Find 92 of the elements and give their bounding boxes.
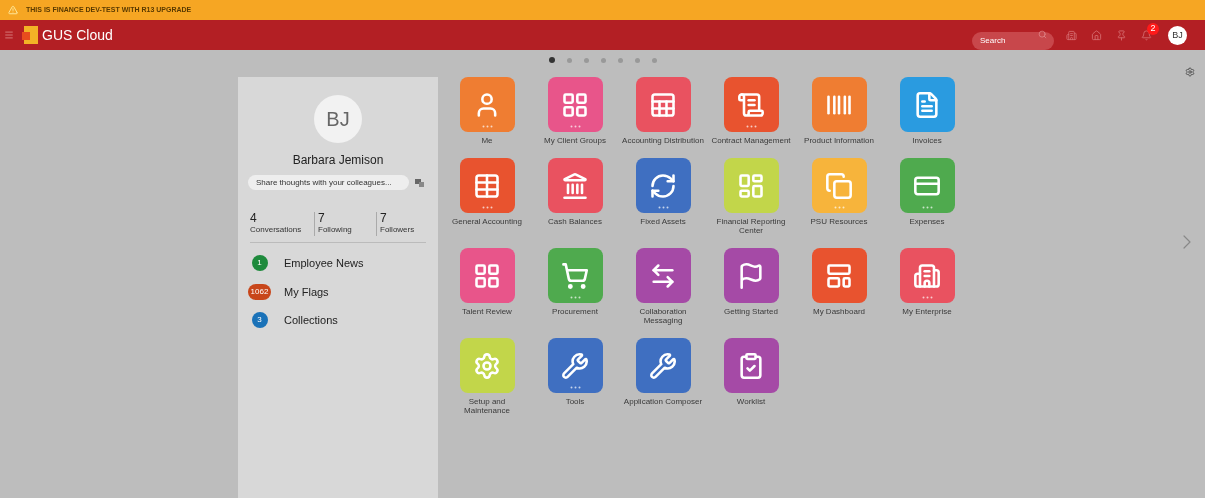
warning-icon (8, 5, 18, 15)
tile-label: Fixed Assets (639, 217, 687, 226)
app-tile[interactable] (459, 248, 515, 303)
app-tile[interactable] (723, 248, 779, 303)
stat-count: 7 (318, 212, 326, 224)
tile-label: My Client Groups (543, 136, 607, 145)
profile-name: Barbara Jemison (292, 152, 384, 169)
grid-icon (473, 261, 501, 290)
tile-label: Tools (564, 397, 586, 406)
stat-count: 4 (250, 212, 258, 224)
count-badge: 3 (251, 312, 268, 329)
table-icon (473, 171, 501, 200)
building-icon (913, 261, 941, 290)
app-tile[interactable] (547, 338, 603, 393)
count-badge: 1062 (247, 283, 272, 300)
pin-icon[interactable] (1116, 29, 1127, 41)
app-tile[interactable] (811, 77, 867, 132)
tile-label: My Enterprise (901, 307, 953, 316)
app-tile[interactable] (547, 248, 603, 303)
tile-label: Financial Reporting Center (715, 217, 787, 235)
app-title: GUS Cloud (42, 25, 113, 45)
tile-label: Contract Management (710, 136, 792, 145)
flag-icon (737, 261, 765, 290)
app-tile[interactable] (723, 158, 779, 213)
search-icon[interactable] (1038, 30, 1047, 39)
cart-icon (561, 261, 589, 290)
tile-label: My Dashboard (812, 307, 866, 316)
app-tile[interactable] (899, 77, 955, 132)
layout-icon (825, 261, 853, 290)
app-tile[interactable] (547, 158, 603, 213)
tile-label: Me (480, 136, 494, 145)
settings-icon[interactable] (1185, 67, 1195, 77)
tile-label: Expenses (908, 217, 946, 226)
dashboard-icon (737, 171, 765, 200)
app-tile[interactable] (459, 77, 515, 132)
tile-label: Accounting Distribution (621, 136, 705, 145)
attachment-icon[interactable] (415, 178, 424, 187)
tile-label: General Accounting (451, 217, 523, 226)
notifications-icon[interactable] (1141, 29, 1152, 41)
app-tile[interactable] (899, 248, 955, 303)
grid-icon (561, 90, 589, 119)
wrench-icon (649, 351, 677, 380)
app-tile[interactable] (635, 158, 691, 213)
menu-icon[interactable] (4, 30, 14, 40)
tile-label: Product Information (803, 136, 875, 145)
tile-label: Application Composer (622, 397, 704, 406)
wrench-icon (561, 351, 589, 380)
stat-label: Conversations (250, 224, 303, 236)
tile-label: Procurement (551, 307, 599, 316)
tile-label: Talent Review (461, 307, 513, 316)
logo-icon (22, 26, 38, 44)
building-icon[interactable] (1066, 29, 1077, 41)
stat-count: 7 (380, 212, 388, 224)
app-tile[interactable] (723, 338, 779, 393)
tile-label: Getting Started (723, 307, 779, 316)
profile-link[interactable]: Employee News (284, 255, 364, 272)
share-field[interactable]: Share thoughts with your colleagues... (248, 175, 409, 190)
document-icon (913, 90, 941, 119)
copy-icon (825, 171, 853, 200)
tile-label: Collaboration Messaging (638, 307, 688, 325)
user-avatar[interactable]: BJ (1168, 25, 1187, 45)
app-tile[interactable] (547, 77, 603, 132)
tile-label: Invoices (911, 136, 943, 145)
app-tile[interactable] (459, 338, 515, 393)
bank-icon (561, 171, 589, 200)
home-icon[interactable] (1091, 29, 1102, 41)
count-badge: 1 (251, 255, 268, 272)
profile-link[interactable]: Collections (284, 312, 338, 329)
profile-link[interactable]: My Flags (284, 283, 329, 300)
refresh-icon (649, 171, 677, 200)
app-tile[interactable] (459, 158, 515, 213)
arrows-icon (649, 261, 677, 290)
stat-label: Following (318, 224, 353, 236)
tile-label: Cash Balances (547, 217, 603, 226)
settings-icon (473, 351, 501, 380)
app-tile[interactable] (811, 248, 867, 303)
search-field[interactable]: Search (972, 31, 1054, 50)
tile-label: Worklist (735, 397, 767, 406)
tile-label: PSU Resources (809, 217, 869, 226)
app-tile[interactable] (635, 77, 691, 132)
tile-label: Setup and Maintenance (463, 397, 511, 415)
stat-label: Followers (380, 224, 415, 236)
app-tile[interactable] (723, 77, 779, 132)
app-tile[interactable] (635, 248, 691, 303)
clipboard-icon (737, 351, 765, 380)
app-tile[interactable] (811, 158, 867, 213)
app-tile[interactable] (635, 338, 691, 393)
app-tile[interactable] (899, 158, 955, 213)
notification-badge: 2 (1147, 22, 1159, 35)
profile-avatar: BJ (314, 95, 362, 143)
sheet-icon (649, 90, 677, 119)
scroll-icon (737, 90, 765, 119)
